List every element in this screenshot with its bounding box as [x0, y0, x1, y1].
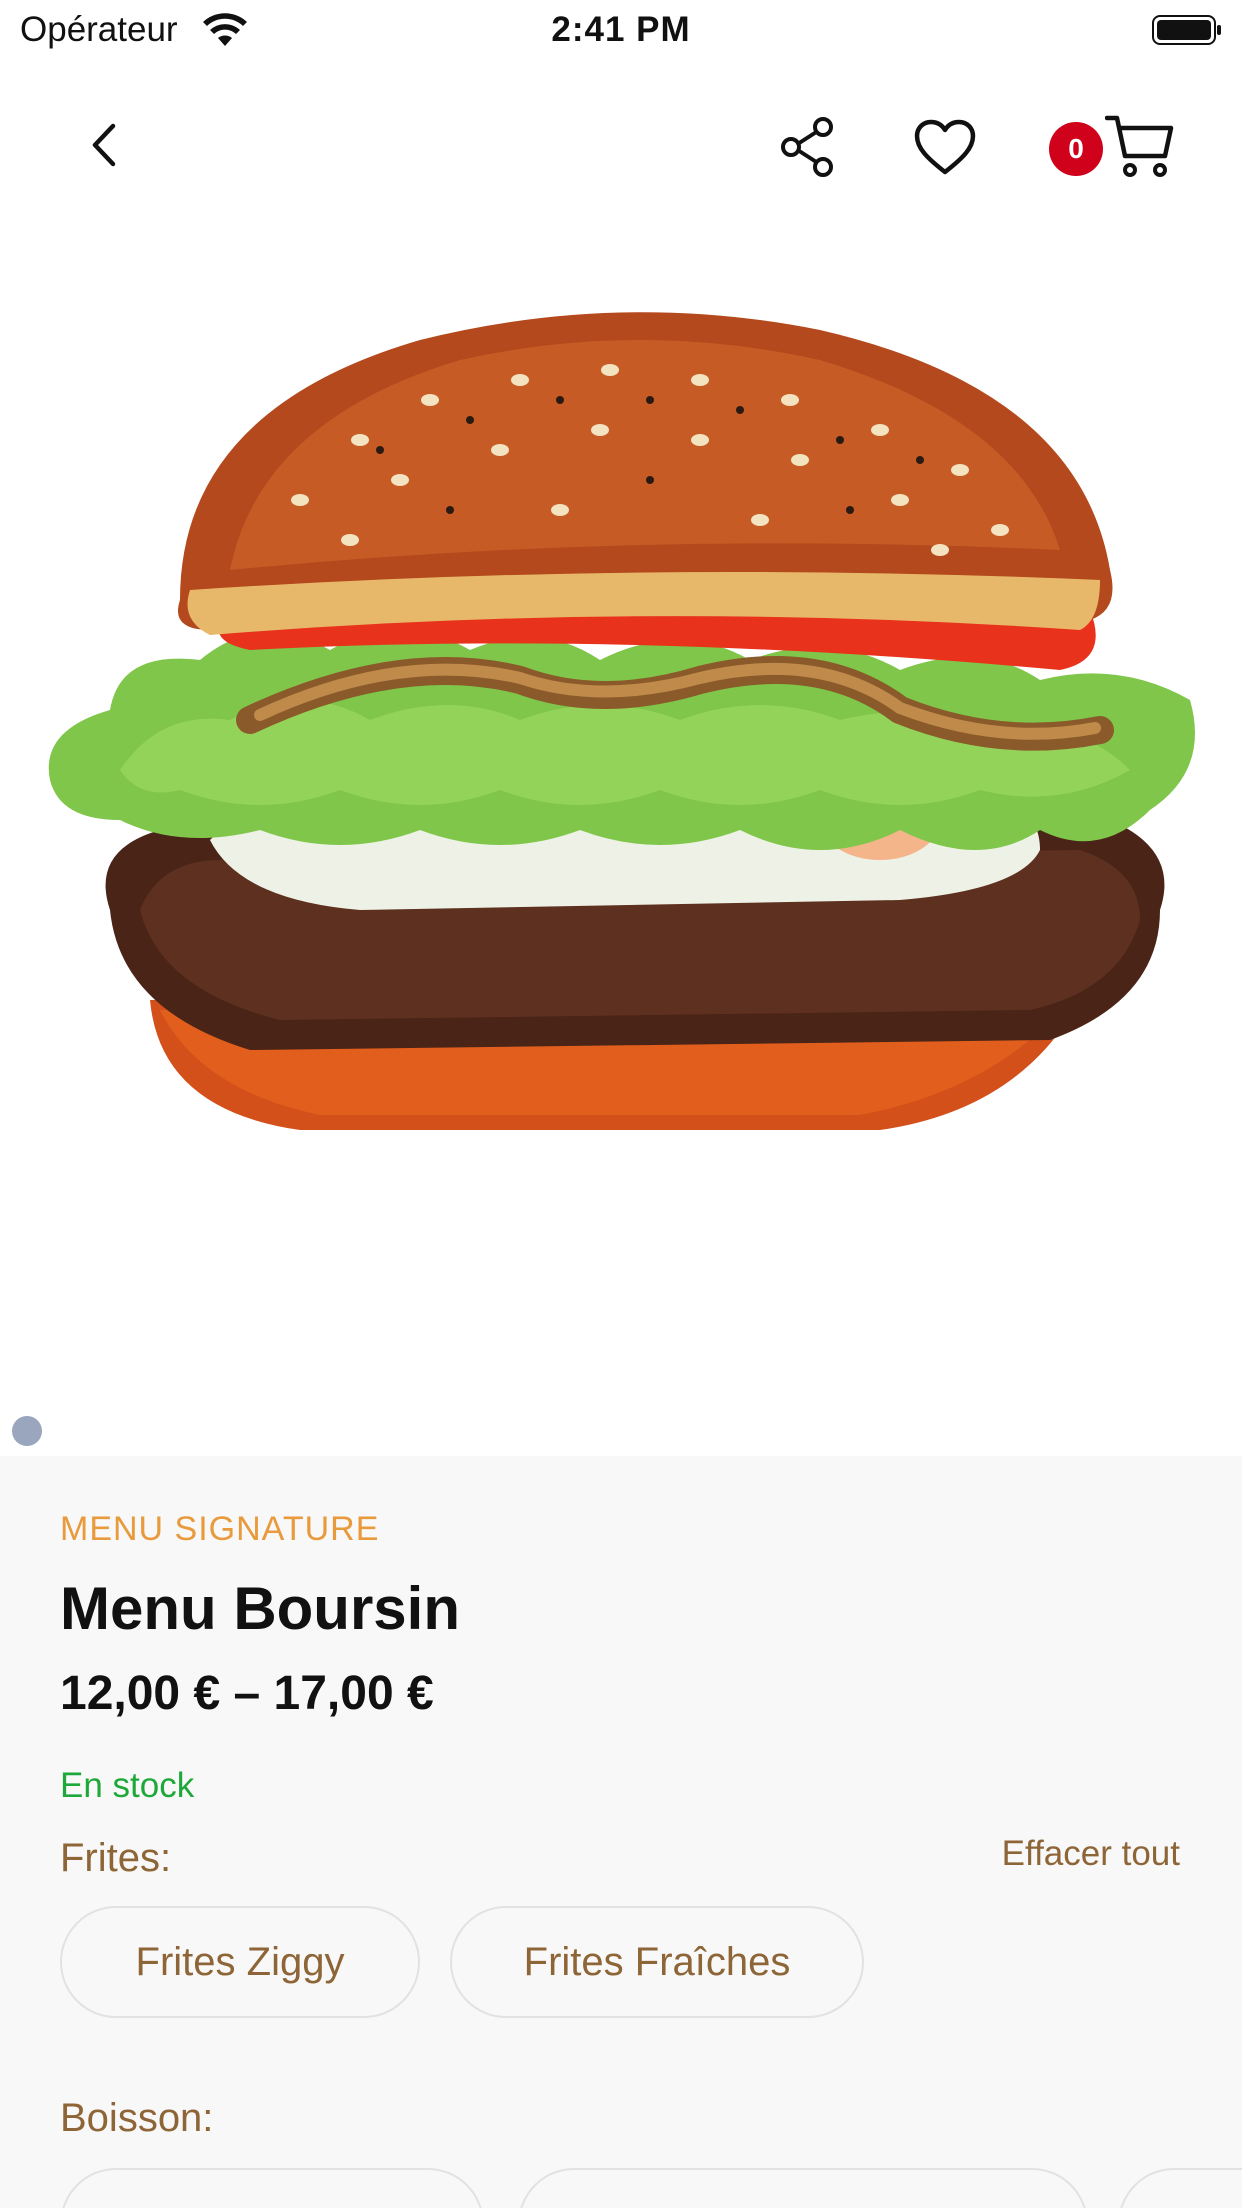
- boisson-label: Boisson:: [60, 2096, 214, 2140]
- clock: 2:41 PM: [551, 10, 691, 49]
- frites-label: Frites:: [60, 1836, 172, 1880]
- battery-icon: [1152, 15, 1221, 45]
- chevron-left-icon: [92, 123, 116, 167]
- product-screen: Opérateur 2:41 PM 0 MENU SIGNATURE Menu …: [0, 0, 1242, 2208]
- favorite-button[interactable]: [905, 110, 985, 184]
- option-boisson-chip[interactable]: [1118, 2168, 1242, 2208]
- carousel-page-indicator[interactable]: [12, 1416, 42, 1446]
- back-button[interactable]: [70, 110, 140, 180]
- cart-button[interactable]: 0: [1045, 106, 1175, 190]
- clear-all-button[interactable]: Effacer tout: [1002, 1834, 1180, 1874]
- share-button[interactable]: [770, 110, 844, 184]
- option-frites-fraiches[interactable]: Frites Fraîches: [450, 1906, 864, 2018]
- option-boisson-chip[interactable]: [518, 2168, 1088, 2208]
- nav-bar: 0: [0, 100, 1242, 192]
- stock-status: En stock: [60, 1766, 195, 1805]
- cart-count-badge: 0: [1049, 122, 1103, 176]
- product-image: [48, 312, 1195, 1130]
- share-icon: [781, 117, 833, 177]
- option-boisson-chip[interactable]: [60, 2168, 484, 2208]
- product-title: Menu Boursin: [60, 1575, 460, 1642]
- product-details: MENU SIGNATURE Menu Boursin 12,00 € – 17…: [0, 1456, 1242, 2208]
- product-price: 12,00 € – 17,00 €: [60, 1667, 434, 1720]
- heart-icon: [914, 119, 976, 175]
- option-frites-ziggy[interactable]: Frites Ziggy: [60, 1906, 420, 2018]
- status-bar: Opérateur 2:41 PM: [0, 0, 1242, 62]
- product-category: MENU SIGNATURE: [60, 1510, 380, 1548]
- cart-icon: [1105, 115, 1174, 177]
